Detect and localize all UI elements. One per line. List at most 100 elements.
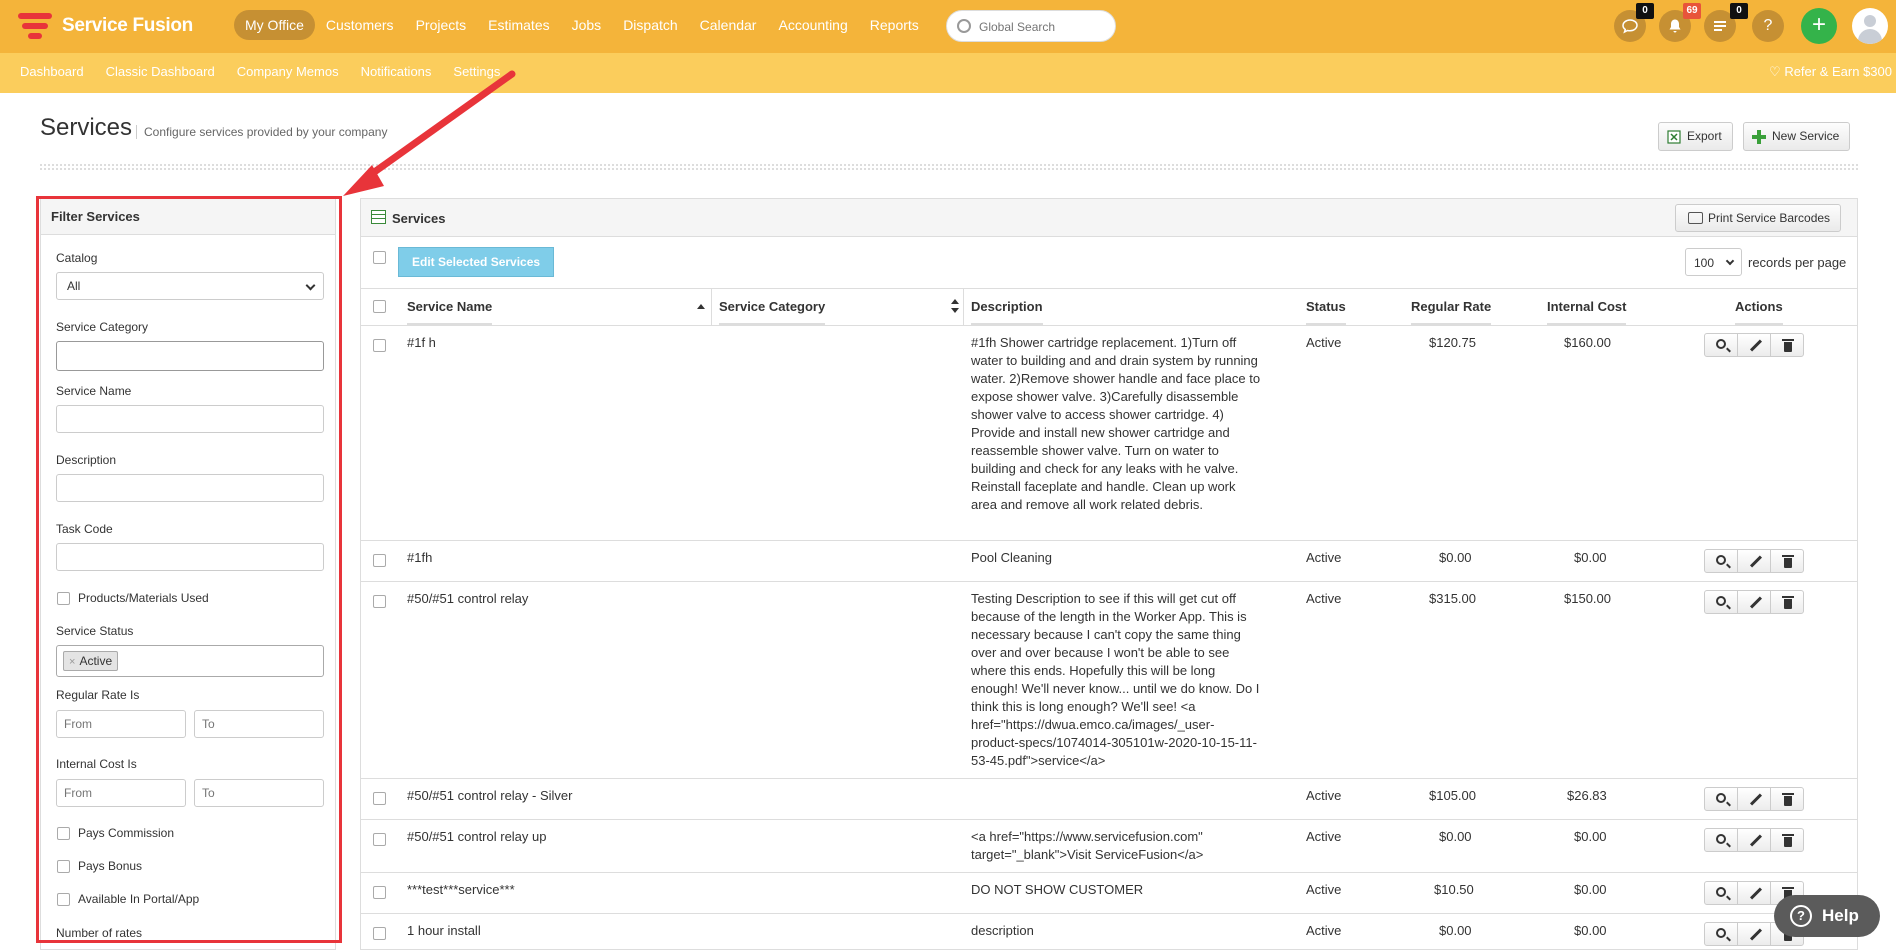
nav-calendar[interactable]: Calendar <box>689 10 768 40</box>
nav-projects[interactable]: Projects <box>405 10 478 40</box>
quick-add-button[interactable]: + <box>1801 8 1837 44</box>
user-avatar[interactable] <box>1852 8 1888 44</box>
edit-button[interactable] <box>1737 333 1771 357</box>
row-service-name[interactable]: #1f h <box>407 334 436 352</box>
view-button[interactable] <box>1704 881 1738 905</box>
row-service-name[interactable]: #50/#51 control relay <box>407 590 528 608</box>
row-checkbox[interactable] <box>373 595 386 608</box>
print-barcodes-button[interactable]: Print Service Barcodes <box>1675 204 1842 232</box>
edit-button[interactable] <box>1737 590 1771 614</box>
subnav-company-memos[interactable]: Company Memos <box>237 64 339 79</box>
edit-button[interactable] <box>1737 922 1771 946</box>
pays-commission-label: Pays Commission <box>78 826 175 840</box>
regular-rate-to-input[interactable] <box>194 710 324 738</box>
service-name-input[interactable] <box>56 405 324 433</box>
logo[interactable]: Service Fusion <box>18 10 193 42</box>
available-portal-checkbox[interactable] <box>57 893 70 906</box>
row-checkbox[interactable] <box>373 927 386 940</box>
delete-button[interactable] <box>1770 590 1804 614</box>
export-button[interactable]: Export <box>1658 122 1733 151</box>
row-checkbox[interactable] <box>373 792 386 805</box>
subnav-notifications[interactable]: Notifications <box>361 64 432 79</box>
delete-button[interactable] <box>1770 828 1804 852</box>
status-tag-active: × Active <box>63 651 119 671</box>
nav-dispatch[interactable]: Dispatch <box>612 10 688 40</box>
subnav-classic-dashboard[interactable]: Classic Dashboard <box>106 64 215 79</box>
remove-tag-icon[interactable]: × <box>69 656 75 668</box>
table-row[interactable]: ***test***service*** DO NOT SHOW CUSTOME… <box>361 873 1857 914</box>
global-search-input[interactable] <box>979 17 1109 37</box>
delete-button[interactable] <box>1770 333 1804 357</box>
row-service-name[interactable]: #50/#51 control relay up <box>407 828 546 846</box>
internal-cost-from-input[interactable] <box>56 779 186 807</box>
help-widget-button[interactable]: ? Help <box>1774 895 1880 937</box>
table-row[interactable]: 1 hour install description Active $0.00 … <box>361 914 1857 949</box>
regular-rate-from-input[interactable] <box>56 710 186 738</box>
description-input[interactable] <box>56 474 324 502</box>
select-all-checkbox[interactable] <box>373 300 386 313</box>
col-service-name[interactable]: Service Name <box>407 289 493 325</box>
pays-bonus-checkbox[interactable] <box>57 860 70 873</box>
view-button[interactable] <box>1704 922 1738 946</box>
subnav-settings[interactable]: Settings <box>453 64 500 79</box>
service-status-multiselect[interactable]: × Active <box>56 645 324 677</box>
task-code-input[interactable] <box>56 543 324 571</box>
table-row[interactable]: #1f h #1fh Shower cartridge replacement.… <box>361 326 1857 541</box>
row-service-name[interactable]: #50/#51 control relay - Silver <box>407 787 572 805</box>
row-service-name[interactable]: #1fh <box>407 549 432 567</box>
nav-accounting[interactable]: Accounting <box>767 10 858 40</box>
table-row[interactable]: #1fh Pool Cleaning Active $0.00 $0.00 <box>361 541 1857 582</box>
row-service-name[interactable]: 1 hour install <box>407 922 481 940</box>
nav-jobs[interactable]: Jobs <box>561 10 613 40</box>
select-all-top-checkbox[interactable] <box>373 251 386 264</box>
row-checkbox[interactable] <box>373 833 386 846</box>
view-button[interactable] <box>1704 828 1738 852</box>
subnav-dashboard[interactable]: Dashboard <box>20 64 84 79</box>
table-row[interactable]: #50/#51 control relay Testing Descriptio… <box>361 582 1857 779</box>
nav-reports[interactable]: Reports <box>859 10 930 40</box>
edit-button[interactable] <box>1737 881 1771 905</box>
catalog-select[interactable]: All <box>56 272 324 300</box>
row-checkbox[interactable] <box>373 339 386 352</box>
nav-customers[interactable]: Customers <box>315 10 405 40</box>
view-button[interactable] <box>1704 549 1738 573</box>
trash-icon <box>1782 596 1794 609</box>
table-row[interactable]: #50/#51 control relay - Silver Active $1… <box>361 779 1857 820</box>
new-service-button[interactable]: New Service <box>1743 122 1851 151</box>
products-used-checkbox[interactable] <box>57 592 70 605</box>
edit-button[interactable] <box>1737 549 1771 573</box>
nav-my-office[interactable]: My Office <box>234 10 315 40</box>
table-row[interactable]: #50/#51 control relay up <a href="https:… <box>361 820 1857 873</box>
internal-cost-to-input[interactable] <box>194 779 324 807</box>
help-question-button[interactable]: ? <box>1752 10 1784 42</box>
pays-commission-checkbox[interactable] <box>57 827 70 840</box>
regular-rate-label: Regular Rate Is <box>56 688 140 702</box>
delete-button[interactable] <box>1770 787 1804 811</box>
refer-earn-link[interactable]: ♡ Refer & Earn $300 <box>1769 64 1892 80</box>
delete-button[interactable] <box>1770 549 1804 573</box>
edit-selected-button[interactable]: Edit Selected Services <box>398 247 555 277</box>
sort-icon[interactable] <box>951 299 959 313</box>
records-per-page-select[interactable]: 100 <box>1685 248 1742 276</box>
service-category-input[interactable] <box>56 341 324 371</box>
row-actions <box>1704 549 1804 573</box>
sort-asc-icon[interactable] <box>697 303 705 311</box>
filter-panel-title: Filter Services <box>41 199 335 235</box>
row-actions <box>1704 787 1804 811</box>
print-barcodes-label: Print Service Barcodes <box>1708 211 1831 225</box>
col-service-category[interactable]: Service Category <box>719 289 826 325</box>
service-fusion-logo-icon <box>18 11 56 41</box>
row-service-name[interactable]: ***test***service*** <box>407 881 515 899</box>
logo-text: Service Fusion <box>62 15 193 36</box>
row-checkbox[interactable] <box>373 886 386 899</box>
row-description: Pool Cleaning <box>971 550 1052 565</box>
view-button[interactable] <box>1704 333 1738 357</box>
view-button[interactable] <box>1704 787 1738 811</box>
row-internal-cost: $0.00 <box>1574 829 1607 844</box>
edit-button[interactable] <box>1737 787 1771 811</box>
row-checkbox[interactable] <box>373 554 386 567</box>
nav-estimates[interactable]: Estimates <box>477 10 560 40</box>
edit-button[interactable] <box>1737 828 1771 852</box>
row-regular-rate: $0.00 <box>1439 550 1472 565</box>
view-button[interactable] <box>1704 590 1738 614</box>
